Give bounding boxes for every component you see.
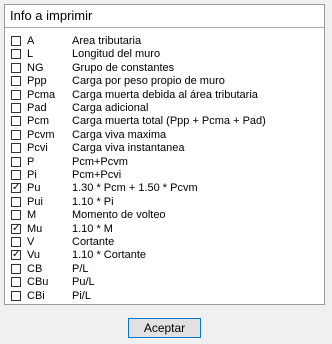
checkbox[interactable] — [11, 277, 21, 288]
item-code: CBi — [27, 289, 45, 302]
item-description: Carga viva maxima — [72, 128, 167, 141]
item-description: Pcm+Pcvi — [72, 169, 122, 181]
checkbox[interactable] — [11, 263, 21, 274]
info-panel: Info a imprimir A Area tributaria L Longitu… — [4, 4, 325, 305]
checkbox[interactable] — [11, 49, 21, 60]
item-code: P — [27, 155, 35, 168]
item-code: Pcm — [27, 115, 49, 128]
item-code: Pcvm — [27, 128, 55, 141]
item-code: Pui — [27, 195, 43, 208]
checkbox[interactable] — [11, 89, 21, 100]
item-description: Carga adicional — [72, 102, 149, 114]
item-code: CB — [27, 262, 43, 275]
checkbox[interactable]: ✓ — [11, 183, 21, 194]
item-code: CBu — [27, 276, 49, 289]
item-description: P/L — [72, 262, 89, 275]
item-description: Area tributaria — [72, 35, 142, 47]
item-code: NG — [27, 61, 44, 74]
item-code: Ppp — [27, 75, 47, 88]
item-code: Vu — [27, 249, 41, 262]
checkbox[interactable] — [11, 36, 21, 46]
checkbox[interactable] — [11, 129, 21, 140]
checkbox[interactable] — [11, 210, 21, 221]
checkbox[interactable] — [11, 290, 21, 301]
item-code: Pi — [27, 169, 37, 181]
checkbox[interactable] — [11, 76, 21, 87]
item-code: V — [27, 236, 35, 248]
item-description: 1.30 * Pcm + 1.50 * Pcvm — [72, 182, 198, 195]
item-description: Grupo de constantes — [72, 61, 175, 74]
checkbox[interactable] — [11, 156, 21, 167]
checkbox[interactable]: ✓ — [11, 250, 21, 261]
item-code: Pcma — [27, 88, 56, 101]
checkbox[interactable] — [11, 196, 21, 207]
item-description: Carga por peso propio de muro — [72, 75, 225, 88]
item-code: Pad — [27, 102, 47, 114]
item-code: M — [27, 209, 37, 222]
item-description: Pu/L — [72, 276, 95, 289]
checkbox[interactable]: ✓ — [11, 223, 21, 234]
item-description: 1.10 * Cortante — [72, 249, 146, 262]
panel-title: Info a imprimir — [5, 5, 324, 28]
checkbox[interactable] — [11, 116, 21, 127]
item-description: Pi/L — [72, 289, 91, 302]
item-code: L — [27, 48, 34, 61]
item-description: Longitud del muro — [72, 48, 161, 61]
item-description: Cortante — [72, 236, 115, 248]
checkbox[interactable] — [11, 143, 21, 154]
checkbox[interactable] — [11, 170, 21, 180]
item-code: Pu — [27, 182, 41, 195]
checkbox[interactable] — [11, 62, 21, 73]
item-code: Pcvi — [27, 142, 48, 155]
checkbox[interactable] — [11, 103, 21, 113]
item-description: Momento de volteo — [72, 209, 166, 222]
checkbox[interactable] — [11, 237, 21, 247]
item-description: Pcm+Pcvm — [72, 155, 128, 168]
item-description: 1.10 * M — [72, 222, 113, 235]
item-description: Carga muerta total (Ppp + Pcma + Pad) — [72, 115, 266, 128]
item-description: Carga muerta debida al área tributaria — [72, 88, 258, 101]
item-code: Mu — [27, 222, 43, 235]
item-description: 1.10 * Pi — [72, 195, 114, 208]
accept-button[interactable]: Aceptar — [128, 318, 201, 338]
item-code: A — [27, 35, 35, 47]
item-description: Carga viva instantanea — [72, 142, 185, 155]
